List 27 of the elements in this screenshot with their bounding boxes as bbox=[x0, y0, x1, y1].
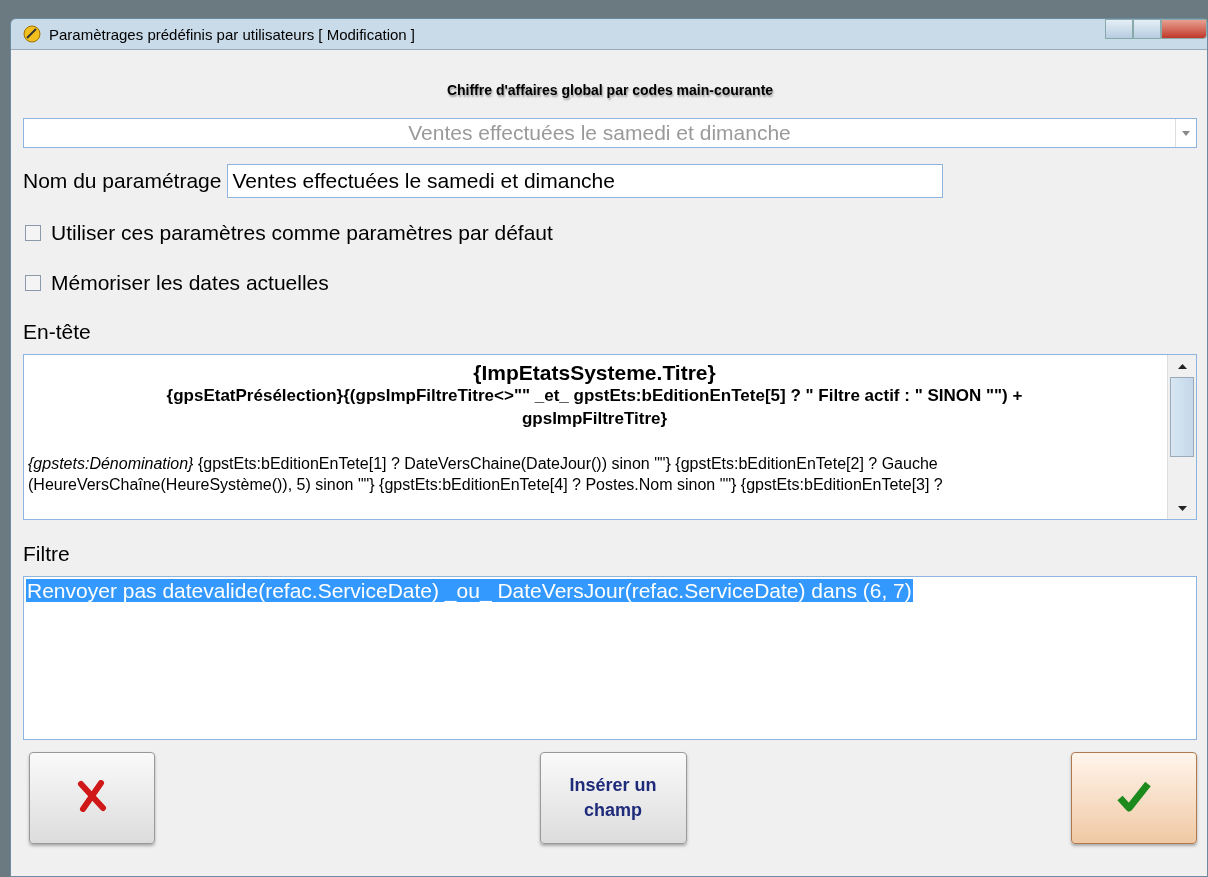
checkbox-label: Mémoriser les dates actuelles bbox=[51, 271, 329, 295]
scroll-up-icon[interactable] bbox=[1177, 363, 1187, 369]
report-title: Chiffre d'affaires global par codes main-courante bbox=[446, 82, 774, 98]
window-title: Paramètrages prédéfinis par utilisateurs [ Modification ] bbox=[49, 25, 415, 43]
header-subtitle: {gpsEtatPrésélection}{(gpsImpFiltreTitre<>"" _et_ gpstEts:bEditionEnTete[5] ? " Filtre actif : " SINON "") + gpsImpFiltreTitre} bbox=[165, 385, 1024, 430]
insert-field-button[interactable]: Insérer un champ bbox=[539, 752, 687, 844]
minimize-button[interactable] bbox=[1105, 19, 1133, 39]
app-icon bbox=[23, 25, 41, 43]
header-text: {gpstets:Dénomination} {gpstEts:bEditionEnTete[1] ? DateVersChaine(DateJour()) sinon ""} {gpstEts:bEditionEnTete[2] ? Gauche (HeureVersChaîne(HeureSystème()), 5) sinon ""} {gpstEts:bEditionEnTete[4] ? Postes.Nom sinon ""} {gpstEts:bEditionEnTete[3] ? bbox=[28, 453, 944, 496]
scrollbar[interactable] bbox=[1167, 355, 1196, 519]
name-label: Nom du paramétrage bbox=[23, 169, 222, 193]
cancel-button[interactable] bbox=[29, 752, 155, 844]
close-button[interactable] bbox=[1161, 19, 1207, 39]
checkmark-icon bbox=[1117, 779, 1151, 812]
header-title: {ImpEtatsSysteme.Titre} bbox=[472, 361, 717, 385]
cross-icon bbox=[77, 779, 107, 812]
checkbox[interactable] bbox=[25, 225, 41, 241]
scroll-down-icon[interactable] bbox=[1177, 505, 1187, 511]
ok-button[interactable] bbox=[1071, 752, 1197, 844]
header-label: En-tête bbox=[23, 320, 92, 344]
checkbox-label: Utiliser ces paramètres comme paramètres par défaut bbox=[51, 221, 553, 245]
name-input[interactable]: Ventes effectuées le samedi et dimanche bbox=[227, 164, 944, 198]
filter-label: Filtre bbox=[23, 542, 71, 566]
filter-text: Renvoyer pas datevalide(refac.ServiceDate) _ou_ DateVersJour(refac.ServiceDate) dans (6, 7) bbox=[26, 579, 913, 602]
header-editor[interactable] bbox=[23, 354, 1197, 520]
maximize-button[interactable] bbox=[1133, 19, 1161, 39]
checkbox[interactable] bbox=[25, 275, 41, 291]
